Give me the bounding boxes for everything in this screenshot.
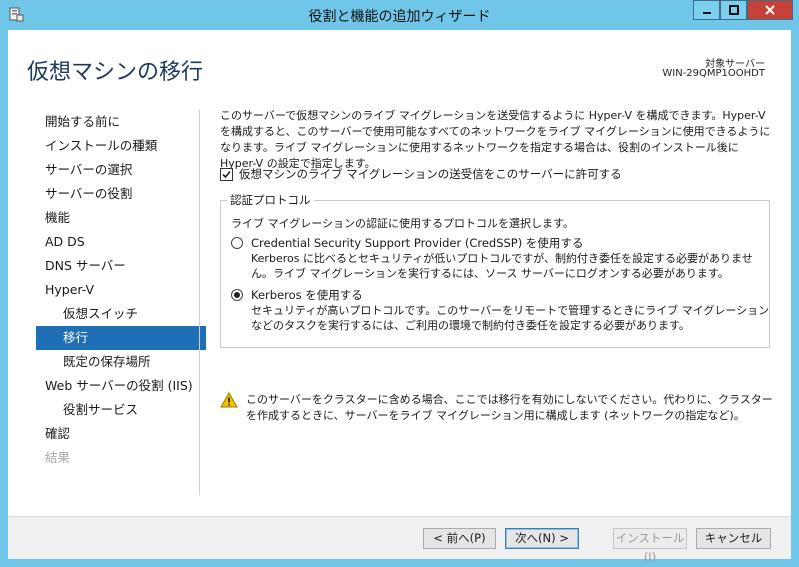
wizard-footer: < 前へ(P) 次へ(N) > インストール(I) キャンセル xyxy=(8,516,791,564)
kerberos-detail: セキュリティが高いプロトコルです。このサーバーをリモートで管理するときにライブ … xyxy=(251,304,770,332)
nav-item-results: 結果 xyxy=(45,450,71,465)
nav-item-features[interactable]: 機能 xyxy=(36,206,206,230)
cluster-warning-text: このサーバーをクラスターに含める場合、ここでは移行を有効にしないでください。代わ… xyxy=(246,393,773,422)
warning-icon xyxy=(220,392,238,408)
next-button[interactable]: 次へ(N) > xyxy=(505,528,579,549)
nav-divider xyxy=(199,110,200,495)
main-content: このサーバーで仮想マシンのライブ マイグレーションを送受信するように Hyper… xyxy=(220,108,780,422)
window-title: 役割と機能の追加ウィザード xyxy=(308,9,491,25)
nav-item-server-roles[interactable]: サーバーの役割 xyxy=(36,182,206,206)
maximize-button[interactable] xyxy=(720,0,747,20)
close-icon xyxy=(765,5,775,15)
checkmark-icon xyxy=(222,170,231,178)
previous-button[interactable]: < 前へ(P) xyxy=(423,528,496,549)
nav-item-role-services[interactable]: 役割サービス xyxy=(36,398,206,422)
wizard-window: 役割と機能の追加ウィザード 仮想マシンの移行 対象サーバー WIN-29QMP1… xyxy=(0,0,799,566)
minimize-button[interactable] xyxy=(693,0,720,20)
wizard-header: 仮想マシンの移行 対象サーバー WIN-29QMP1OOHDT xyxy=(8,30,791,106)
credssp-detail: Kerberos に比べるとセキュリティが低いプロトコルですが、制約付き委任を設… xyxy=(251,252,753,280)
nav-item-before-you-begin[interactable]: 開始する前に xyxy=(36,110,206,134)
auth-protocol-description: ライブ マイグレーションの認証に使用するプロトコルを選択します。 xyxy=(231,217,574,230)
nav-item-virtual-switches[interactable]: 仮想スイッチ xyxy=(36,302,206,326)
auth-protocol-legend: 認証プロトコル xyxy=(227,192,314,208)
install-button: インストール(I) xyxy=(613,528,687,564)
minimize-icon xyxy=(702,12,711,14)
nav-item-default-stores[interactable]: 既定の保存場所 xyxy=(36,350,206,374)
credssp-option[interactable]: Credential Security Support Provider (Cr… xyxy=(231,235,766,281)
nav-item-server-selection[interactable]: サーバーの選択 xyxy=(36,158,206,182)
nav-item-installation-type[interactable]: インストールの種類 xyxy=(36,134,206,158)
maximize-icon xyxy=(728,5,739,15)
credssp-label: Credential Security Support Provider (Cr… xyxy=(251,236,584,250)
allow-migration-label: 仮想マシンのライブ マイグレーションの送受信をこのサーバーに許可する xyxy=(239,167,622,181)
nav-item-dns-server[interactable]: DNS サーバー xyxy=(36,254,206,278)
cluster-warning: このサーバーをクラスターに含める場合、ここでは移行を有効にしないでください。代わ… xyxy=(220,392,775,424)
title-bar[interactable]: 役割と機能の追加ウィザード xyxy=(0,0,799,30)
kerberos-option[interactable]: Kerberos を使用する セキュリティが高いプロトコルです。このサーバーをリ… xyxy=(231,287,769,333)
migration-description: このサーバーで仮想マシンのライブ マイグレーションを送受信するように Hyper… xyxy=(220,109,771,170)
wizard-client-area: 仮想マシンの移行 対象サーバー WIN-29QMP1OOHDT 開始する前に イ… xyxy=(8,30,791,564)
allow-migration-checkbox[interactable] xyxy=(220,167,233,181)
kerberos-label: Kerberos を使用する xyxy=(251,288,363,302)
cancel-button[interactable]: キャンセル xyxy=(696,528,771,549)
allow-migration-option[interactable]: 仮想マシンのライブ マイグレーションの送受信をこのサーバーに許可する xyxy=(220,166,622,182)
nav-item-migration[interactable]: 移行 xyxy=(36,326,206,350)
page-title: 仮想マシンの移行 xyxy=(27,60,204,85)
kerberos-radio[interactable] xyxy=(231,289,243,301)
nav-item-ad-ds[interactable]: AD DS xyxy=(36,230,206,254)
close-button[interactable] xyxy=(747,0,793,20)
nav-item-web-server-role[interactable]: Web サーバーの役割 (IIS) xyxy=(36,374,206,398)
target-server-name: WIN-29QMP1OOHDT xyxy=(662,68,765,79)
nav-item-confirmation[interactable]: 確認 xyxy=(36,422,206,446)
credssp-radio[interactable] xyxy=(231,237,243,249)
nav-item-hyper-v[interactable]: Hyper-V xyxy=(36,278,206,302)
auth-protocol-group: 認証プロトコル ライブ マイグレーションの認証に使用するプロトコルを選択します。… xyxy=(220,192,770,348)
wizard-navigation: 開始する前に インストールの種類 サーバーの選択 サーバーの役割 機能 AD D… xyxy=(36,110,206,470)
